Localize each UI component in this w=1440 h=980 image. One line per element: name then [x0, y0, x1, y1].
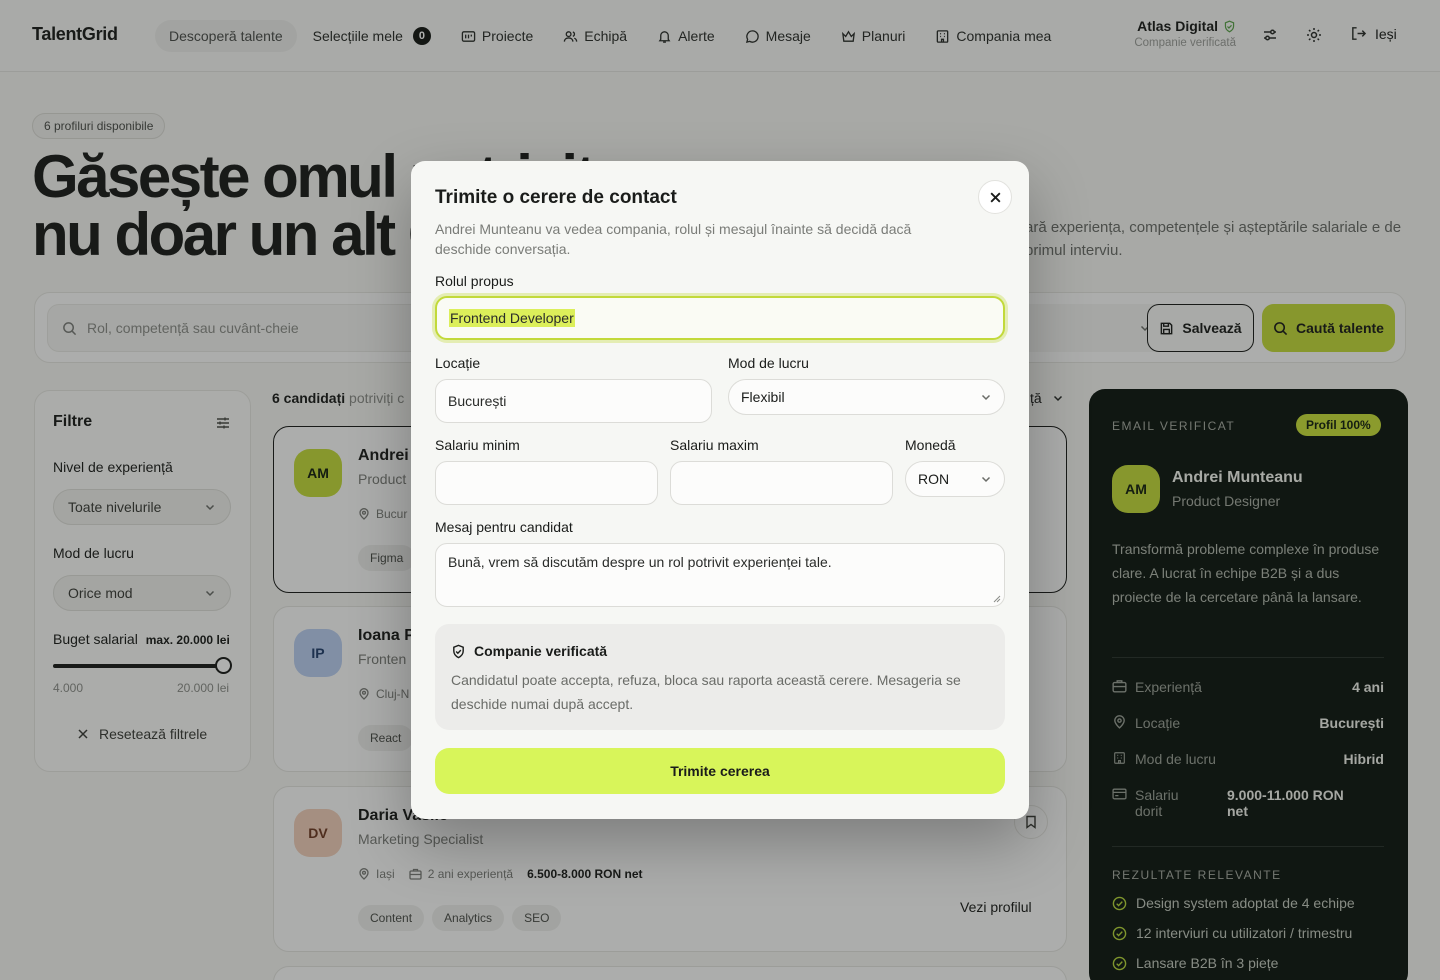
message-label: Mesaj pentru candidat	[435, 519, 573, 535]
location-label: Locație	[435, 355, 481, 371]
notice-title: Companie verificată	[451, 643, 607, 659]
resize-handle-icon[interactable]	[993, 595, 1001, 603]
salary-min-input[interactable]	[435, 461, 658, 505]
work-mode-value: Flexibil	[741, 389, 785, 405]
currency-label: Monedă	[905, 437, 956, 453]
salary-max-label: Salariu maxim	[670, 437, 759, 453]
contact-request-modal: Trimite o cerere de contact Andrei Munte…	[411, 161, 1029, 819]
close-icon	[990, 192, 1000, 202]
verified-company-notice: Companie verificată Candidatul poate acc…	[435, 624, 1005, 730]
close-modal-button[interactable]	[978, 180, 1012, 214]
proposed-role-input[interactable]: Frontend Developer	[435, 296, 1005, 340]
modal-description: Andrei Munteanu va vedea compania, rolul…	[435, 221, 912, 257]
currency-value: RON	[918, 471, 950, 487]
notice-title-text: Companie verificată	[474, 643, 608, 659]
notice-text: Candidatul poate accepta, refuza, bloca …	[451, 672, 961, 712]
location-value: București	[448, 393, 507, 409]
modal-title: Trimite o cerere de contact	[435, 187, 677, 208]
chevron-down-icon	[981, 394, 991, 401]
currency-select[interactable]: RON	[905, 461, 1005, 497]
salary-max-input[interactable]	[670, 461, 893, 505]
proposed-role-value: Frontend Developer	[449, 309, 575, 327]
work-mode-select[interactable]: Flexibil	[728, 379, 1005, 415]
proposed-role-label: Rolul propus	[435, 273, 514, 289]
message-textarea[interactable]: Bună, vrem să discutăm despre un rol pot…	[435, 543, 1005, 607]
location-input[interactable]: București	[435, 379, 712, 423]
chevron-down-icon	[981, 476, 991, 483]
salary-min-label: Salariu minim	[435, 437, 520, 453]
send-request-button[interactable]: Trimite cererea	[435, 748, 1005, 794]
shield-check-icon	[453, 644, 464, 658]
message-value: Bună, vrem să discutăm despre un rol pot…	[448, 554, 832, 570]
work-mode-label: Mod de lucru	[728, 355, 809, 371]
